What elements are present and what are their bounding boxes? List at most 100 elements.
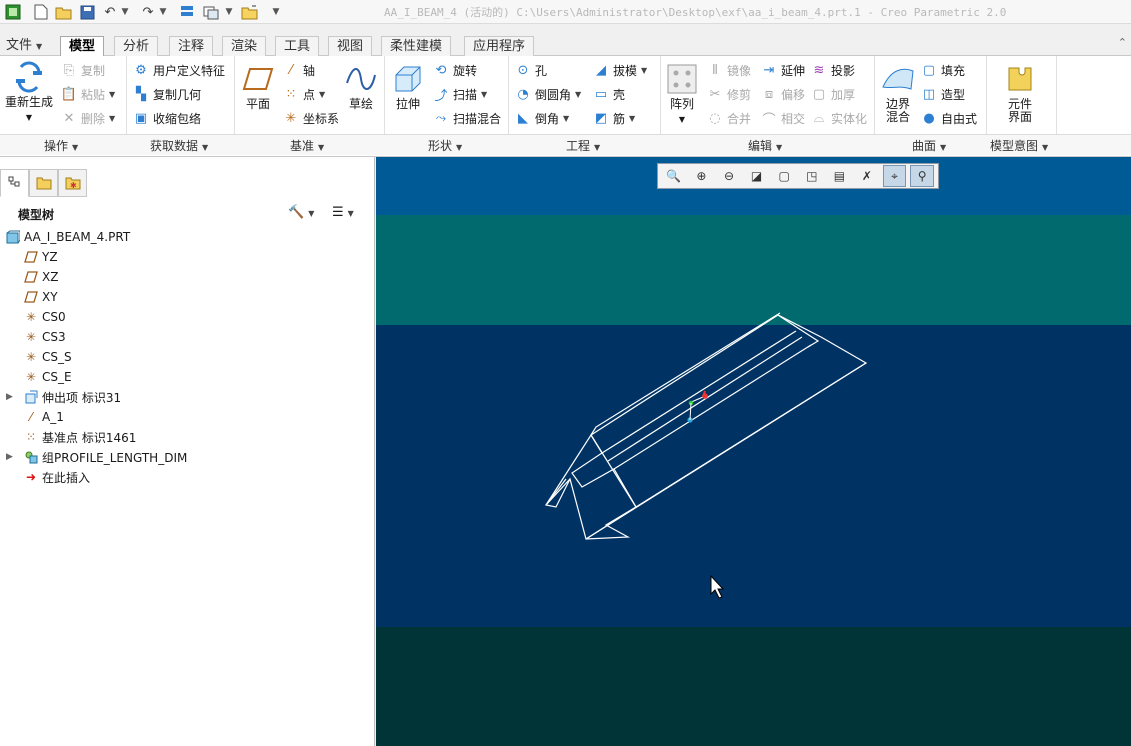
graphics-viewport[interactable]: 🔍 ⊕ ⊖ ◪ ▢ ◳ ▤ ✗ ⌖ ⚲ (376, 157, 1131, 746)
extend-button[interactable]: ⇥ 延伸 (760, 60, 805, 80)
redo-icon[interactable]: ↷ (140, 3, 156, 21)
udf-icon: ⚙ (135, 62, 147, 78)
intersect-button[interactable]: ⌒ 相交 (760, 108, 805, 128)
folder-browser-tab-icon[interactable] (29, 169, 58, 197)
tree-item-group[interactable]: ▶ 组PROFILE_LENGTH_DIM (0, 447, 375, 467)
style-button[interactable]: ◫ 造型 (920, 84, 965, 104)
paste-button[interactable]: 📋 粘贴 ▼ (60, 84, 115, 104)
draft-button[interactable]: ◢ 拔模 ▼ (592, 60, 647, 80)
group-get-data[interactable]: 获取数据 ▼ (150, 137, 208, 154)
group-edit[interactable]: 编辑 ▼ (748, 137, 782, 154)
expand-arrow-icon[interactable]: ▶ (6, 392, 13, 402)
fill-button[interactable]: ▢ 填充 (920, 60, 965, 80)
tree-item-datum-point[interactable]: ⁙ 基准点 标识1461 (0, 427, 375, 447)
favorites-tab-icon[interactable]: ✱ (58, 169, 87, 197)
tab-annotate[interactable]: 注释 (169, 36, 214, 56)
tree-item-csys-cs-s[interactable]: ✳ CS_S (0, 347, 375, 367)
tree-item-insert-here[interactable]: ➜ 在此插入 (0, 467, 375, 487)
trim-button[interactable]: ✂ 修剪 (706, 84, 751, 104)
shell-icon: ▭ (594, 86, 608, 102)
quick-access-customize-icon[interactable]: ▼ (270, 3, 282, 21)
ribbon-collapse-icon[interactable]: ⌃ (1118, 36, 1127, 49)
tree-item-csys-cs0[interactable]: ✳ CS0 (0, 307, 375, 327)
tree-show-icon[interactable]: ☰ ▼ (332, 205, 354, 220)
model-tree-tab-icon[interactable] (0, 169, 29, 197)
offset-button[interactable]: ⧈ 偏移 (760, 84, 805, 104)
group-datum[interactable]: 基准 ▼ (290, 137, 324, 154)
sketch-button[interactable]: 草绘 (344, 62, 378, 111)
new-file-icon[interactable] (32, 3, 50, 21)
group-operations[interactable]: 操作 ▼ (44, 137, 78, 154)
round-button[interactable]: ◔ 倒圆角 ▼ (514, 84, 581, 104)
shrinkwrap-button[interactable]: ▣ 收缩包络 (132, 108, 201, 128)
mirror-button[interactable]: ⫴ 镜像 (706, 60, 751, 80)
udf-button[interactable]: ⚙ 用户定义特征 (132, 60, 225, 80)
copy-button[interactable]: ⎘ 复制 (60, 60, 105, 80)
csys-icon: ✳ (285, 110, 297, 126)
shell-button[interactable]: ▭ 壳 (592, 84, 625, 104)
point-button[interactable]: ⁙ 点 ▼ (282, 84, 326, 104)
rib-button[interactable]: ◩ 筋 ▼ (592, 108, 635, 128)
plane-button[interactable]: 平面 (240, 62, 276, 111)
tree-item-part[interactable]: AA_I_BEAM_4.PRT (0, 227, 375, 247)
tab-view[interactable]: 视图 (328, 36, 373, 56)
freestyle-button[interactable]: ● 自由式 (920, 108, 977, 128)
sweep-button[interactable]: ⤴ 扫描 ▼ (432, 84, 487, 104)
chamfer-button[interactable]: ◣ 倒角 ▼ (514, 108, 569, 128)
tree-item-plane-xy[interactable]: XY (0, 287, 375, 307)
extrude-icon (391, 62, 425, 96)
group-engineering[interactable]: 工程 ▼ (566, 137, 600, 154)
delete-button[interactable]: ✕ 删除 ▼ (60, 108, 116, 128)
open-folder-icon[interactable] (54, 3, 74, 21)
hole-button[interactable]: ⊙ 孔 (514, 60, 547, 80)
mouse-cursor-icon (710, 574, 725, 599)
close-window-icon[interactable] (240, 3, 260, 21)
regenerate-button[interactable]: 重新生成 ▼ (4, 60, 54, 124)
group-model-intent[interactable]: 模型意图 ▼ (990, 137, 1048, 154)
tree-item-plane-xz[interactable]: XZ (0, 267, 375, 287)
windows-icon[interactable] (202, 3, 220, 21)
thicken-button[interactable]: ▢ 加厚 (810, 84, 855, 104)
offset-icon: ⧈ (764, 86, 774, 102)
tab-tools[interactable]: 工具 (275, 36, 320, 56)
sketch-icon (344, 62, 378, 96)
windows-dropdown-icon[interactable]: ▼ (224, 3, 234, 21)
project-button[interactable]: ≋ 投影 (810, 60, 855, 80)
axis-button[interactable]: ⁄ 轴 (282, 60, 315, 80)
tree-item-axis-a1[interactable]: ⁄ A_1 (0, 407, 375, 427)
regenerate-quick-icon[interactable] (178, 3, 196, 21)
group-shape[interactable]: 形状 ▼ (428, 137, 462, 154)
tab-file[interactable]: 文件 ▼ (0, 36, 50, 56)
component-interface-button[interactable]: 元件界面 (994, 62, 1046, 124)
protrusion-icon (22, 389, 40, 405)
tree-item-protrusion[interactable]: ▶ 伸出项 标识31 (0, 387, 375, 407)
pattern-button[interactable]: 阵列 ▼ (664, 62, 700, 126)
save-icon[interactable] (78, 3, 96, 21)
boundary-blend-button[interactable]: 边界混合 (878, 62, 918, 124)
tree-settings-icon[interactable]: 🔨 ▼ (288, 205, 314, 220)
undo-dropdown-icon[interactable]: ▼ (120, 3, 130, 21)
expand-arrow-icon[interactable]: ▶ (6, 452, 13, 462)
ribbon: 重新生成 ▼ ⎘ 复制 📋 粘贴 ▼ ✕ 删除 ▼ ⚙ 用户定义特征 ▚ 复制几何 ▣ 收缩包络… (0, 56, 1131, 157)
tab-analysis[interactable]: 分析 (114, 36, 159, 56)
tree-item-plane-yz[interactable]: YZ (0, 247, 375, 267)
tab-flexible-modeling[interactable]: 柔性建模 (381, 36, 452, 56)
tree-item-csys-cs-e[interactable]: ✳ CS_E (0, 367, 375, 387)
boundary-blend-icon (881, 62, 915, 96)
merge-button[interactable]: ◌ 合并 (706, 108, 751, 128)
model-tree-title: 模型树 (18, 208, 55, 222)
copy-geometry-button[interactable]: ▚ 复制几何 (132, 84, 201, 104)
tab-model[interactable]: 模型 (60, 36, 105, 57)
redo-dropdown-icon[interactable]: ▼ (158, 3, 168, 21)
extrude-button[interactable]: 拉伸 (390, 62, 426, 111)
csys-button[interactable]: ✳ 坐标系 (282, 108, 339, 128)
swept-blend-button[interactable]: ⤳ 扫描混合 (432, 108, 501, 128)
solidify-button[interactable]: ⌓ 实体化 (810, 108, 867, 128)
revolve-button[interactable]: ⟲ 旋转 (432, 60, 477, 80)
tab-applications[interactable]: 应用程序 (464, 36, 535, 56)
group-surfaces[interactable]: 曲面 ▼ (912, 137, 946, 154)
undo-icon[interactable]: ↶ (102, 3, 118, 21)
ribbon-tab-row: 文件 ▼ 模型 分析 注释 渲染 工具 视图 柔性建模 应用程序 (0, 34, 1131, 57)
tree-item-csys-cs3[interactable]: ✳ CS3 (0, 327, 375, 347)
tab-render[interactable]: 渲染 (222, 36, 267, 56)
